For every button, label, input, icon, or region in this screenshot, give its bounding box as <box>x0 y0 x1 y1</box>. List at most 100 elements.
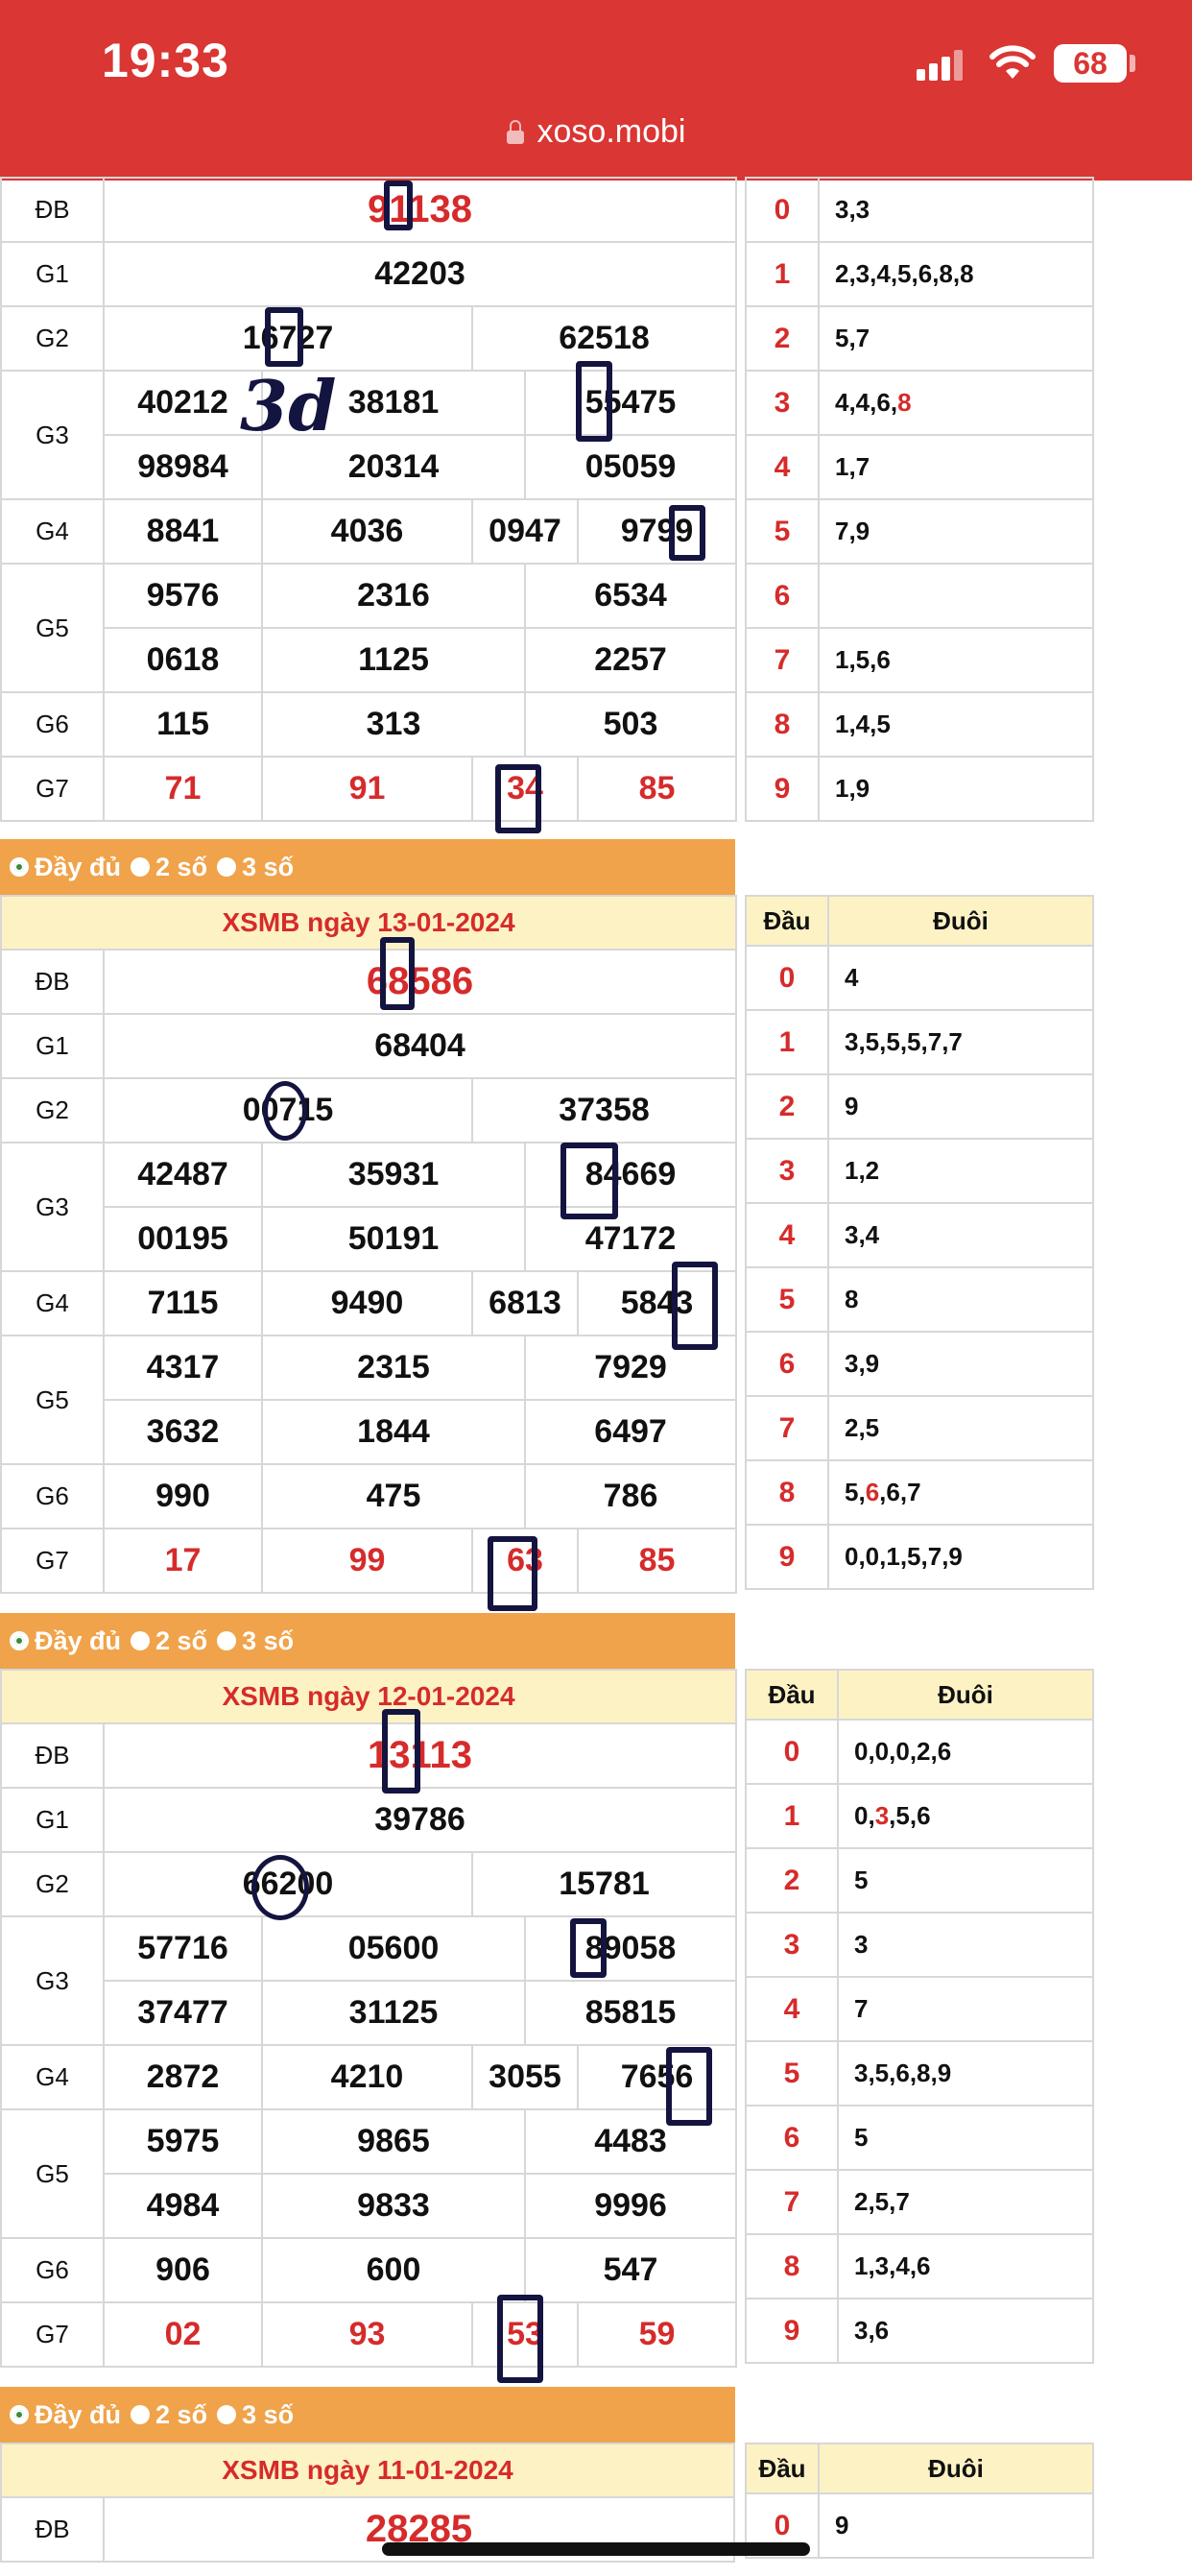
prize-g5: 5975 <box>103 2108 263 2175</box>
prize-g4: 6813 <box>471 1270 579 1336</box>
tail-table-4: Đầu Đuôi 09 <box>745 2443 1094 2559</box>
option-label: Đầy đủ <box>35 852 122 881</box>
prize-g4: 7115 <box>103 1270 263 1336</box>
prize-g5: 9996 <box>523 2173 738 2239</box>
radio-two-digits[interactable] <box>131 2405 151 2424</box>
special-prize: 68586 <box>102 949 738 1015</box>
tail-value: 5,7 <box>818 305 1094 372</box>
display-options-bar: Đầy đủ 2 số 3 số <box>0 839 735 895</box>
tail-value: 2,5,7 <box>837 2169 1094 2235</box>
label-g2: G2 <box>0 1851 105 1917</box>
label-g2: G2 <box>0 1077 105 1144</box>
radio-full[interactable] <box>10 1631 29 1650</box>
prize-g2: 15781 <box>470 1851 738 1917</box>
result-title: XSMB ngày 13-01-2024 <box>0 895 738 951</box>
prize-g7: 85 <box>576 1528 738 1594</box>
prize-g4: 9490 <box>261 1270 473 1336</box>
label-g4: G4 <box>0 2044 105 2110</box>
tail-value: 3,5,6,8,9 <box>837 2040 1094 2107</box>
prize-g7: 17 <box>103 1528 263 1594</box>
prize-g3: 50191 <box>261 1206 526 1272</box>
status-time: 19:33 <box>102 34 229 87</box>
drawn-circle-mark <box>263 1081 307 1141</box>
radio-full[interactable] <box>10 857 29 877</box>
option-label: 3 số <box>242 2399 295 2429</box>
prize-g6: 475 <box>261 1463 526 1529</box>
prize-g7: 85 <box>576 756 738 822</box>
label-db: ĐB <box>0 177 105 243</box>
label-g7: G7 <box>0 2301 105 2368</box>
tail-value: 7 <box>837 1976 1094 2042</box>
option-label: Đầy đủ <box>35 2399 122 2429</box>
radio-two-digits[interactable] <box>131 1631 151 1650</box>
prize-g3: 05059 <box>523 434 738 500</box>
tail-value: 3,4 <box>827 1202 1094 1268</box>
drawn-box-mark <box>380 937 415 1010</box>
wifi-icon <box>989 45 1036 79</box>
option-label: 3 số <box>242 852 295 881</box>
prize-g5: 0618 <box>103 627 263 693</box>
tail-value: 8 <box>827 1266 1094 1333</box>
battery-icon <box>1130 55 1135 72</box>
radio-three-digits[interactable] <box>217 1631 237 1650</box>
result-table-2: XSMB ngày 13-01-2024 ĐB 68586 G1 68404 G2 0… <box>0 895 738 1594</box>
label-db: ĐB <box>0 949 105 1015</box>
prize-g4: 2872 <box>103 2044 263 2110</box>
prize-g5: 4317 <box>103 1335 263 1401</box>
label-g7: G7 <box>0 756 105 822</box>
prize-g7: 02 <box>103 2301 263 2368</box>
address-bar[interactable]: xoso.mobi <box>0 113 1192 151</box>
drawn-box-mark <box>495 764 541 833</box>
radio-full[interactable] <box>10 2405 29 2424</box>
prize-g3: 37477 <box>103 1980 263 2046</box>
prize-g3: 98984 <box>103 434 263 500</box>
label-g4: G4 <box>0 498 105 565</box>
radio-three-digits[interactable] <box>217 857 237 877</box>
label-g1: G1 <box>0 1013 105 1079</box>
label-g6: G6 <box>0 2237 105 2303</box>
prize-g1: 68404 <box>102 1013 738 1079</box>
tail-table-2: Đầu Đuôi 04 1 3,5,5,5,7,7 29 3 1,2 4 3,4 58 … <box>745 895 1094 1590</box>
prize-g5: 9576 <box>103 563 263 629</box>
result-title: XSMB ngày 11-01-2024 <box>0 2443 735 2498</box>
radio-two-digits[interactable] <box>131 857 151 877</box>
cellular-signal-icon <box>917 50 965 81</box>
prize-g4: 9799 <box>576 498 738 565</box>
tail-value: 7,9 <box>818 498 1094 565</box>
tail-value: 1,9 <box>818 756 1094 822</box>
label-g2: G2 <box>0 305 105 372</box>
drawn-box-mark <box>488 1536 537 1611</box>
tail-value <box>818 563 1094 629</box>
prize-g4: 4210 <box>261 2044 473 2110</box>
prize-g5: 2316 <box>261 563 526 629</box>
tail-header: Đuôi <box>818 2443 1094 2494</box>
label-g1: G1 <box>0 241 105 307</box>
label-g3: G3 <box>0 1142 105 1272</box>
prize-g5: 6497 <box>523 1399 738 1465</box>
prize-g4: 7656 <box>576 2044 738 2110</box>
tail-value: 1,2 <box>827 1138 1094 1204</box>
tail-value: 3,3 <box>818 177 1094 243</box>
prize-g7: 59 <box>576 2301 738 2368</box>
prize-g7: 99 <box>261 1528 473 1594</box>
prize-g6: 503 <box>523 691 738 758</box>
drawn-box-mark <box>382 1709 420 1794</box>
prize-g3: 35931 <box>261 1142 526 1208</box>
prize-g5: 9865 <box>261 2108 526 2175</box>
browser-top-bar: 19:33 68 xoso.mobi <box>0 0 1192 181</box>
option-label: Đầy đủ <box>35 1625 122 1655</box>
result-title: XSMB ngày 12-01-2024 <box>0 1669 738 1724</box>
label-g5: G5 <box>0 1335 105 1465</box>
tail-header: Đuôi <box>827 895 1094 947</box>
display-options-bar: Đầy đủ 2 số 3 số <box>0 1613 735 1669</box>
tail-value: 1,7 <box>818 434 1094 500</box>
drawn-box-mark <box>497 2295 543 2383</box>
tail-value: 0,0,0,2,6 <box>837 1719 1094 1785</box>
prize-g5: 2257 <box>523 627 738 693</box>
home-indicator[interactable] <box>382 2542 810 2556</box>
radio-three-digits[interactable] <box>217 2405 237 2424</box>
prize-g7: 71 <box>103 756 263 822</box>
url-text: xoso.mobi <box>536 113 686 150</box>
tail-table-1: 0 3,3 1 2,3,4,5,6,8,8 2 5,7 3 4,4,6,8 4 1,7 5… <box>745 177 1094 822</box>
prize-g3: 31125 <box>261 1980 526 2046</box>
